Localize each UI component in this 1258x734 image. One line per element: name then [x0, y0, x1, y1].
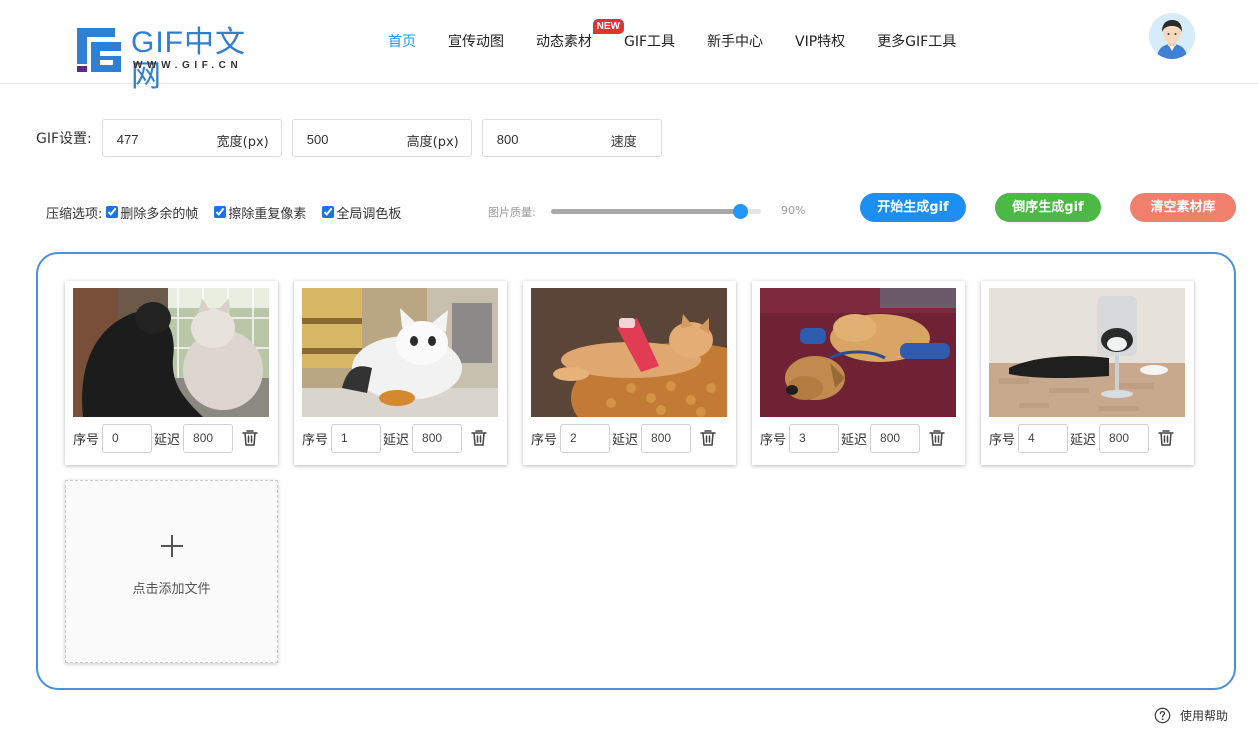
- frame-thumbnail: [302, 288, 498, 417]
- seq-label: 序号: [989, 432, 1016, 448]
- width-input[interactable]: [116, 129, 207, 149]
- height-unit: 高度(px): [406, 135, 459, 150]
- global-palette-checkbox[interactable]: [322, 206, 335, 218]
- width-unit: 宽度(px): [216, 135, 269, 150]
- nav-more-tools[interactable]: 更多GIF工具: [877, 30, 956, 54]
- delay-label: 延迟: [1070, 432, 1097, 448]
- user-avatar[interactable]: [1149, 13, 1195, 59]
- option-remove-frames[interactable]: 删除多余的帧: [106, 203, 198, 222]
- nav-vip[interactable]: VIP特权: [795, 30, 845, 54]
- seq-input[interactable]: [789, 423, 840, 453]
- width-setting: 宽度(px): [101, 119, 282, 157]
- frame-image: [302, 288, 498, 417]
- height-input[interactable]: [306, 129, 397, 149]
- quality-slider-fill: [551, 209, 740, 214]
- logo-subtitle: WWW.GIF.CN: [133, 60, 243, 71]
- trash-icon[interactable]: [241, 429, 259, 447]
- clear-library-button[interactable]: 清空素材库: [1130, 193, 1236, 222]
- speed-unit: 速度: [610, 135, 637, 150]
- global-palette-label: 全局调色板: [336, 206, 402, 222]
- frame-card: 序号 延迟: [523, 281, 736, 465]
- remove-frames-label: 删除多余的帧: [120, 206, 199, 222]
- seq-label: 序号: [760, 432, 787, 448]
- delay-input[interactable]: [641, 423, 692, 453]
- question-circle-icon: [1154, 707, 1171, 723]
- frame-card: 序号 延迟: [752, 281, 965, 465]
- seq-input[interactable]: [560, 423, 611, 453]
- seq-input[interactable]: [102, 423, 153, 453]
- help-link[interactable]: 使用帮助: [1154, 705, 1228, 725]
- frame-thumbnail: [531, 288, 727, 417]
- delay-label: 延迟: [383, 432, 410, 448]
- seq-input[interactable]: [331, 423, 382, 453]
- frame-card: 序号 延迟: [65, 281, 278, 465]
- compress-options: 压缩选项: 删除多余的帧 擦除重复像素 全局调色板: [46, 200, 417, 224]
- seq-label: 序号: [73, 432, 100, 448]
- delay-label: 延迟: [154, 432, 181, 448]
- logo[interactable]: GIF中文网 WWW.GIF.CN: [75, 24, 275, 93]
- delay-label: 延迟: [841, 432, 868, 448]
- trash-icon[interactable]: [470, 429, 488, 447]
- compress-label: 压缩选项:: [46, 206, 103, 222]
- nav-gif-tools[interactable]: GIF工具: [624, 30, 675, 54]
- trash-icon[interactable]: [699, 429, 717, 447]
- option-global-palette[interactable]: 全局调色板: [322, 203, 401, 222]
- frame-image: [531, 288, 727, 417]
- frame-controls: 序号 延迟: [73, 423, 273, 453]
- delay-input[interactable]: [1099, 423, 1150, 453]
- add-file-label: 点击添加文件: [132, 582, 211, 597]
- reverse-generate-button[interactable]: 倒序生成gif: [995, 193, 1101, 222]
- frame-thumbnail: [73, 288, 269, 417]
- seq-label: 序号: [302, 432, 329, 448]
- delay-input[interactable]: [412, 423, 463, 453]
- frames-container: 序号 延迟: [36, 252, 1236, 690]
- frame-image: [73, 288, 269, 417]
- frame-controls: 序号 延迟: [989, 423, 1189, 453]
- frame-image: [760, 288, 956, 417]
- delay-input[interactable]: [183, 423, 234, 453]
- quality-label: 图片质量:: [488, 206, 536, 219]
- main-nav: 首页 宣传动图 动态素材 NEW GIF工具 新手中心 VIP特权 更多GIF工…: [388, 19, 988, 54]
- add-file-button[interactable]: 点击添加文件: [65, 480, 278, 663]
- erase-pixels-label: 擦除重复像素: [228, 206, 307, 222]
- quality-slider-thumb[interactable]: [733, 204, 748, 219]
- plus-icon: [161, 535, 183, 557]
- gif-settings: GIF设置: 宽度(px) 高度(px) 速度: [36, 119, 672, 157]
- frame-thumbnail: [989, 288, 1185, 417]
- frame-thumbnail: [760, 288, 956, 417]
- trash-icon[interactable]: [1157, 429, 1175, 447]
- option-erase-pixels[interactable]: 擦除重复像素: [214, 203, 306, 222]
- frame-controls: 序号 延迟: [760, 423, 960, 453]
- height-setting: 高度(px): [291, 119, 472, 157]
- remove-frames-checkbox[interactable]: [106, 206, 119, 218]
- nav-dynamic-assets[interactable]: 动态素材 NEW: [536, 19, 624, 54]
- delay-input[interactable]: [870, 423, 921, 453]
- seq-input[interactable]: [1018, 423, 1069, 453]
- delay-label: 延迟: [612, 432, 639, 448]
- frame-controls: 序号 延迟: [302, 423, 502, 453]
- quality-slider[interactable]: [551, 204, 761, 219]
- seq-label: 序号: [531, 432, 558, 448]
- nav-home[interactable]: 首页: [388, 30, 416, 54]
- speed-setting: 速度: [481, 119, 662, 157]
- nav-beginner-center[interactable]: 新手中心: [707, 30, 763, 54]
- quality-control: 图片质量: 90%: [488, 200, 818, 224]
- avatar-icon: [1149, 13, 1195, 59]
- header: GIF中文网 WWW.GIF.CN 首页 宣传动图 动态素材 NEW GIF工具…: [0, 0, 1258, 93]
- frame-card: 序号 延迟: [981, 281, 1194, 465]
- gif-settings-label: GIF设置:: [36, 131, 92, 147]
- nav-dynamic-assets-label: 动态素材: [536, 34, 592, 50]
- help-label: 使用帮助: [1180, 708, 1229, 723]
- nav-promo-gifs[interactable]: 宣传动图: [448, 30, 504, 54]
- erase-pixels-checkbox[interactable]: [214, 206, 227, 218]
- trash-icon[interactable]: [928, 429, 946, 447]
- start-generate-button[interactable]: 开始生成gif: [860, 193, 966, 222]
- frame-image: [989, 288, 1185, 417]
- logo-mark-icon: [77, 28, 121, 72]
- frame-card: 序号 延迟: [294, 281, 507, 465]
- speed-input[interactable]: [496, 129, 587, 149]
- new-badge: NEW: [592, 19, 624, 34]
- frame-controls: 序号 延迟: [531, 423, 731, 453]
- quality-value: 90%: [781, 204, 806, 217]
